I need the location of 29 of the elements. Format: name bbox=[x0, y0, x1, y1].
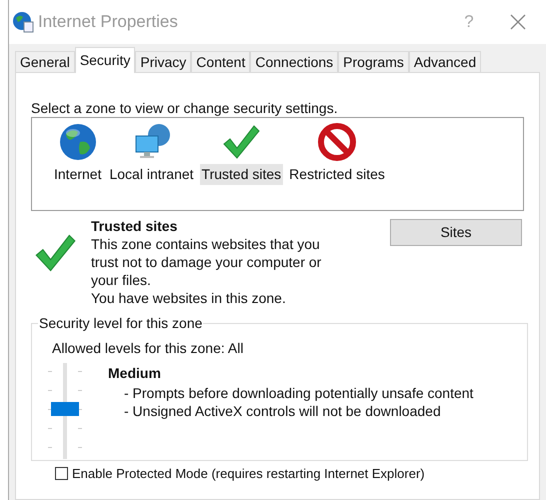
zone-prompt: Select a zone to view or change security settings. bbox=[31, 99, 339, 117]
window-title: Internet Properties bbox=[38, 11, 178, 34]
level-detail: - Unsigned ActiveX controls will not be downloaded bbox=[123, 402, 442, 420]
checkbox[interactable] bbox=[55, 467, 68, 480]
tab[interactable]: Security bbox=[74, 47, 136, 73]
checkbox-label: Enable Protected Mode (requires restarting Internet Explorer) bbox=[72, 465, 425, 483]
close-icon bbox=[510, 14, 526, 30]
level-detail: - Prompts before downloading potentially unsafe content bbox=[123, 384, 474, 402]
zone-item[interactable]: Restricted sites bbox=[287, 122, 387, 185]
security-slider[interactable] bbox=[48, 363, 82, 459]
zone-item[interactable]: Local intranet bbox=[107, 122, 196, 185]
tab[interactable]: General bbox=[15, 51, 75, 72]
zone-item[interactable]: Internet bbox=[52, 122, 104, 185]
zone-description: This zone contains websites that you trust not to damage your computer or your files. bbox=[91, 235, 322, 289]
zone-title: Trusted sites bbox=[91, 217, 178, 235]
tab[interactable]: Privacy bbox=[135, 51, 192, 72]
zone-item[interactable]: Trusted sites bbox=[200, 122, 284, 185]
zone-note: You have websites in this zone. bbox=[91, 289, 287, 307]
allowed-levels: Allowed levels for this zone: All bbox=[52, 339, 244, 358]
globe-app-icon bbox=[12, 11, 34, 33]
tab[interactable]: Advanced bbox=[408, 51, 482, 72]
tab[interactable]: Connections bbox=[250, 51, 338, 72]
sites-button[interactable]: Sites bbox=[390, 219, 522, 246]
globe-icon bbox=[58, 122, 98, 162]
blocked-icon bbox=[317, 122, 358, 162]
tab[interactable]: Programs bbox=[338, 51, 409, 72]
slider-thumb[interactable] bbox=[51, 402, 79, 416]
level-name: Medium bbox=[108, 364, 162, 383]
tab[interactable]: Content bbox=[191, 51, 250, 72]
